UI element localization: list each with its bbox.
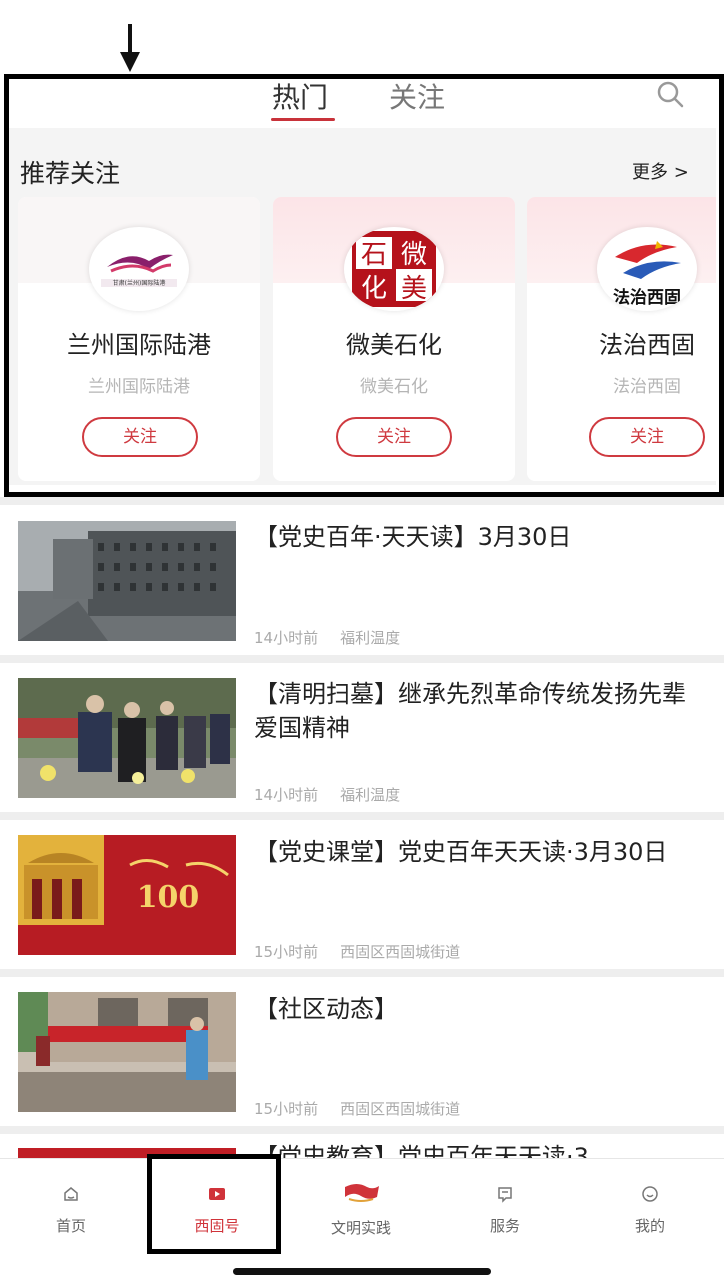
thumbnail-community-banner <box>18 992 236 1112</box>
nav-mine[interactable]: 我的 <box>600 1185 700 1236</box>
divider <box>0 655 724 663</box>
home-indicator[interactable] <box>233 1268 491 1275</box>
thumb-text: 100 <box>137 880 200 915</box>
nav-label: 首页 <box>55 1217 86 1235</box>
divider <box>0 497 724 505</box>
annotation-highlight-box <box>4 74 724 497</box>
divider <box>0 812 724 820</box>
divider <box>0 969 724 977</box>
nav-service[interactable]: 服务 <box>455 1185 555 1236</box>
feed-meta: 14小时前 福利温度 <box>254 784 422 805</box>
smile-icon <box>642 1186 658 1202</box>
flag-logo-icon <box>345 1184 379 1202</box>
feed-title[interactable]: 【党史课堂】党史百年天天读·3月30日 <box>254 835 704 869</box>
feed-title[interactable]: 【党史教育】党史百年天天读·3 <box>254 1140 704 1158</box>
feed-source[interactable]: 西固区西固城街道 <box>340 1100 460 1118</box>
feed-source[interactable]: 福利温度 <box>340 629 400 647</box>
feed-meta: 15小时前 西固区西固城街道 <box>254 1098 482 1119</box>
thumbnail-party-history-100: 100 <box>18 835 236 955</box>
feed-source[interactable]: 福利温度 <box>340 786 400 804</box>
thumbnail-historic-building <box>18 521 236 641</box>
feed-time: 15小时前 <box>254 1100 319 1118</box>
feed-time: 14小时前 <box>254 786 319 804</box>
feed-title[interactable]: 【社区动态】 <box>254 992 704 1026</box>
feed-title[interactable]: 【党史百年·天天读】3月30日 <box>254 520 704 554</box>
annotation-arrow-head <box>120 52 140 72</box>
home-icon <box>64 1187 78 1201</box>
nav-label: 服务 <box>489 1217 520 1235</box>
feed-time: 15小时前 <box>254 943 319 961</box>
nav-label: 我的 <box>634 1217 665 1235</box>
nav-civil-practice[interactable]: 文明实践 <box>311 1184 411 1238</box>
feed-meta: 15小时前 西固区西固城街道 <box>254 941 482 962</box>
service-icon <box>498 1187 512 1203</box>
feed-meta: 14小时前 福利温度 <box>254 627 422 648</box>
nav-home[interactable]: 首页 <box>21 1185 121 1236</box>
divider <box>0 1126 724 1134</box>
feed-title[interactable]: 【清明扫墓】继承先烈革命传统发扬先辈爱国精神 <box>254 677 704 745</box>
annotation-highlight-box <box>147 1154 281 1254</box>
feed-source[interactable]: 西固区西固城街道 <box>340 943 460 961</box>
nav-label: 文明实践 <box>330 1219 391 1237</box>
thumbnail-tomb-sweeping <box>18 678 236 798</box>
feed-time: 14小时前 <box>254 629 319 647</box>
